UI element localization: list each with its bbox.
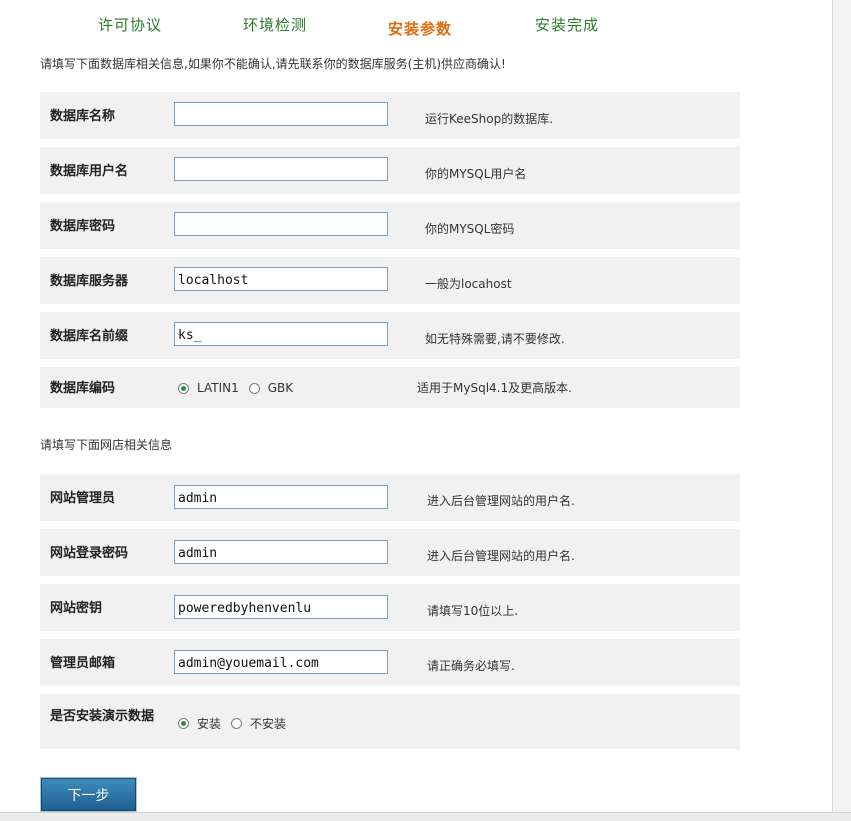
db-password-hint: 你的MYSQL密码 <box>425 222 515 236</box>
window-frame-right <box>832 0 851 821</box>
site-password-hint: 进入后台管理网站的用户名. <box>427 549 575 563</box>
db-password-input[interactable] <box>174 212 388 236</box>
site-admin-input[interactable] <box>174 485 388 509</box>
db-user-label: 数据库用户名 <box>50 164 129 179</box>
site-password-input[interactable] <box>174 540 388 564</box>
db-encoding-row: 数据库编码 LATIN1 GBK 适用于MySql4.1及更高版本. <box>40 367 740 408</box>
site-password-label: 网站登录密码 <box>50 546 129 561</box>
admin-email-row: 管理员邮箱 请正确务必填写. <box>40 639 740 686</box>
db-prefix-input[interactable] <box>174 322 388 346</box>
site-admin-hint: 进入后台管理网站的用户名. <box>427 494 575 508</box>
radio-gbk[interactable] <box>248 382 260 394</box>
install-steps: 许可协议 环境检测 安装参数 安装完成 <box>0 14 740 38</box>
db-server-input[interactable] <box>174 267 388 291</box>
db-name-label: 数据库名称 <box>50 109 116 124</box>
step-install-params: 安装参数 <box>388 20 453 38</box>
db-server-hint: 一般为locahost <box>425 277 512 291</box>
db-prefix-hint: 如无特殊需要,请不要修改. <box>425 332 565 346</box>
radio-gbk-label[interactable]: GBK <box>268 381 293 395</box>
site-admin-label: 网站管理员 <box>50 491 116 506</box>
window-bottom-bar <box>0 812 851 821</box>
demo-data-label: 是否安装演示数据 <box>50 709 155 724</box>
step-install-complete: 安装完成 <box>535 16 600 34</box>
db-encoding-label: 数据库编码 <box>50 381 116 396</box>
radio-skip-demo[interactable] <box>231 717 243 729</box>
db-prefix-row: 数据库名前缀 如无特殊需要,请不要修改. <box>40 312 740 359</box>
admin-email-input[interactable] <box>174 650 388 674</box>
db-note: 请填写下面数据库相关信息,如果你不能确认,请先联系你的数据库服务(主机)供应商确… <box>40 57 506 71</box>
step-env-check: 环境检测 <box>243 16 308 34</box>
db-password-row: 数据库密码 你的MYSQL密码 <box>40 202 740 249</box>
next-step-button[interactable]: 下一步 <box>41 778 136 811</box>
radio-install-demo-label[interactable]: 安装 <box>197 715 221 732</box>
site-key-input[interactable] <box>174 595 388 619</box>
db-encoding-radio-group: LATIN1 GBK <box>178 380 303 396</box>
db-user-input[interactable] <box>174 157 388 181</box>
shop-note: 请填写下面网店相关信息 <box>40 438 173 452</box>
db-user-row: 数据库用户名 你的MYSQL用户名 <box>40 147 740 194</box>
demo-data-row: 是否安装演示数据 安装 不安装 <box>40 694 740 749</box>
db-server-label: 数据库服务器 <box>50 274 129 289</box>
step-license: 许可协议 <box>98 16 163 34</box>
db-name-input[interactable] <box>174 102 388 126</box>
db-user-hint: 你的MYSQL用户名 <box>425 167 527 181</box>
admin-email-label: 管理员邮箱 <box>50 656 116 671</box>
radio-latin1[interactable] <box>178 382 189 394</box>
radio-install-demo[interactable] <box>178 717 189 729</box>
admin-email-hint: 请正确务必填写. <box>427 659 515 673</box>
db-server-row: 数据库服务器 一般为locahost <box>40 257 740 304</box>
site-key-label: 网站密钥 <box>50 601 103 616</box>
site-password-row: 网站登录密码 进入后台管理网站的用户名. <box>40 529 740 576</box>
db-name-row: 数据库名称 运行KeeShop的数据库. <box>40 92 740 139</box>
radio-latin1-label[interactable]: LATIN1 <box>197 381 239 395</box>
radio-skip-demo-label[interactable]: 不安装 <box>250 715 286 732</box>
db-encoding-hint: 适用于MySql4.1及更高版本. <box>417 381 572 395</box>
db-prefix-label: 数据库名前缀 <box>50 329 129 344</box>
db-password-label: 数据库密码 <box>50 219 116 234</box>
db-name-hint: 运行KeeShop的数据库. <box>425 112 554 126</box>
site-admin-row: 网站管理员 进入后台管理网站的用户名. <box>40 474 740 521</box>
site-key-row: 网站密钥 请填写10位以上. <box>40 584 740 631</box>
demo-data-radio-group: 安装 不安装 <box>178 715 296 731</box>
site-key-hint: 请填写10位以上. <box>427 604 519 618</box>
